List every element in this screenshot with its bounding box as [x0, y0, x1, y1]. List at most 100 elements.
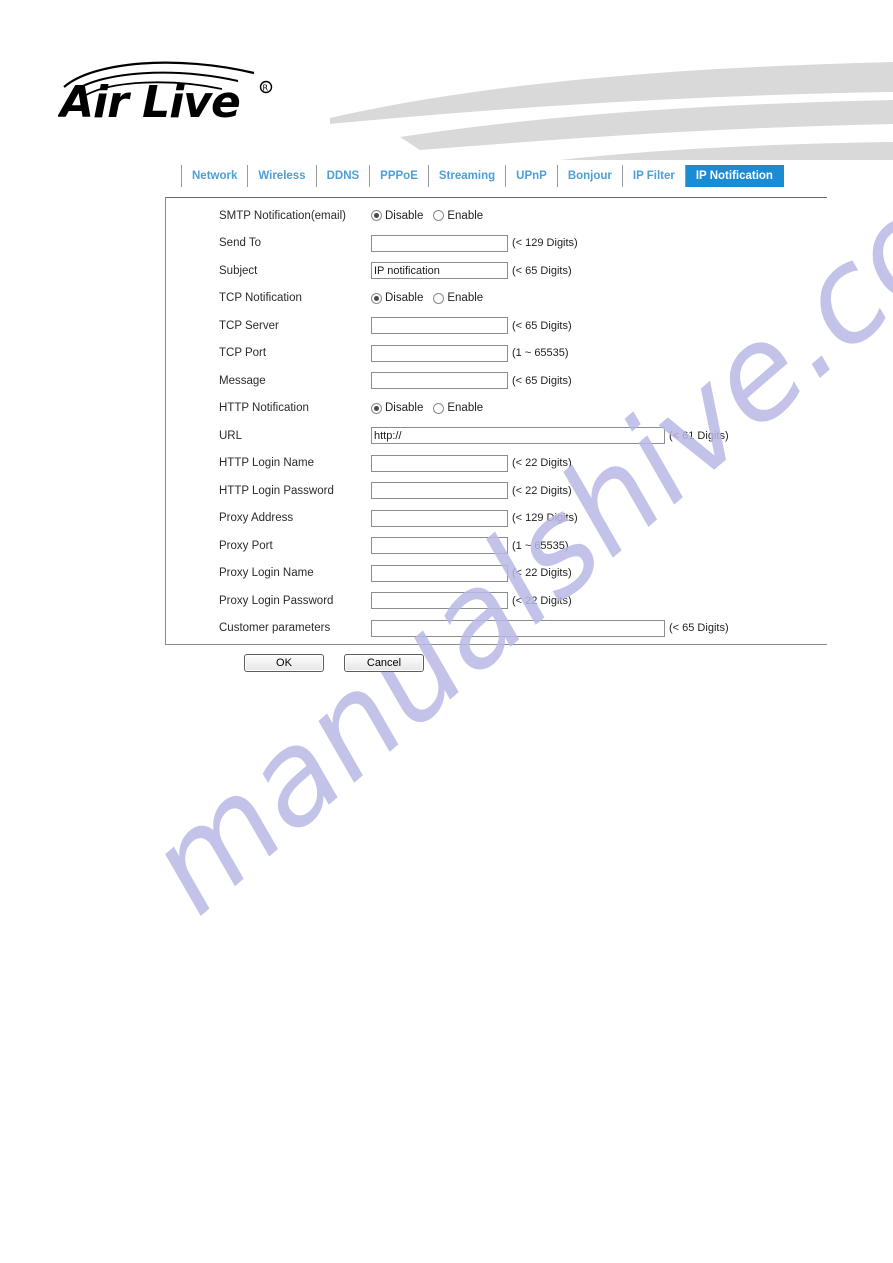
tab-upnp[interactable]: UPnP [506, 165, 558, 187]
input-http-login-name[interactable] [371, 454, 508, 472]
tab-bonjour[interactable]: Bonjour [557, 165, 623, 187]
radio-label: Disable [385, 209, 424, 222]
field-label: HTTP Login Name [219, 457, 315, 470]
input-send-to[interactable] [371, 234, 508, 252]
form-row: Proxy Login Password (< 22 Digits) [166, 587, 827, 615]
radio-option-disable[interactable]: Disable [371, 210, 423, 222]
field-label: TCP Server [219, 319, 279, 332]
form-row: TCP Port (1 ~ 65535) [166, 340, 827, 368]
radio-option-enable[interactable]: Enable [433, 292, 483, 304]
field-control: (< 65 Digits) [371, 262, 572, 280]
field-control: Disable Enable [371, 292, 483, 304]
field-hint: (< 22 Digits) [512, 484, 572, 497]
form-row: Send To (< 129 Digits) [166, 230, 827, 258]
radio-label: Enable [447, 402, 484, 415]
radio-enable-icon[interactable] [433, 292, 445, 304]
field-control: (< 22 Digits) [371, 564, 572, 582]
form-row: SMTP Notification(email) Disable Enable [166, 202, 827, 230]
form-row: TCP Server (< 65 Digits) [166, 312, 827, 340]
input-proxy-address[interactable] [371, 509, 508, 527]
radio-disable-icon[interactable] [371, 292, 382, 304]
field-control: (< 22 Digits) [371, 592, 572, 610]
field-control: Disable Enable [371, 402, 483, 414]
field-hint: (< 22 Digits) [512, 567, 572, 580]
field-hint: (1 ~ 65535) [512, 347, 569, 360]
airlive-wordmark: Air Live [57, 77, 241, 128]
field-control: (< 65 Digits) [371, 619, 729, 637]
field-label: SMTP Notification(email) [219, 209, 346, 222]
input-url[interactable] [371, 427, 665, 445]
field-control: Disable Enable [371, 210, 483, 222]
ok-button[interactable]: OK [244, 654, 324, 672]
field-label: Customer parameters [219, 622, 331, 635]
field-control: (< 129 Digits) [371, 234, 578, 252]
field-label: TCP Notification [219, 292, 302, 305]
tab-ip-notification[interactable]: IP Notification [685, 165, 784, 187]
field-label: Proxy Login Password [219, 594, 334, 607]
form-row: Proxy Address (< 129 Digits) [166, 505, 827, 533]
airlive-logo: Air Live R [57, 55, 308, 128]
radio-label: Disable [385, 402, 424, 415]
field-hint: (< 65 Digits) [512, 319, 572, 332]
tab-wireless[interactable]: Wireless [248, 165, 317, 187]
input-message[interactable] [371, 372, 508, 390]
field-label: HTTP Notification [219, 402, 309, 415]
field-control: (< 65 Digits) [371, 317, 572, 335]
field-hint: (< 65 Digits) [512, 374, 572, 387]
field-hint: (< 61 Digits) [669, 429, 729, 442]
field-control: (1 ~ 65535) [371, 344, 569, 362]
tab-network[interactable]: Network [181, 165, 249, 187]
form-row: TCP Notification Disable Enable [166, 285, 827, 313]
field-label: Proxy Port [219, 539, 273, 552]
svg-text:Air Live: Air Live [58, 77, 240, 123]
input-proxy-login-name[interactable] [371, 564, 508, 582]
form-row: Proxy Login Name (< 22 Digits) [166, 560, 827, 588]
radio-option-disable[interactable]: Disable [371, 292, 423, 304]
field-control: (< 65 Digits) [371, 372, 572, 390]
field-label: Message [219, 374, 266, 387]
field-hint: (< 22 Digits) [512, 457, 572, 470]
form-row: URL (< 61 Digits) [166, 422, 827, 450]
tab-ddns[interactable]: DDNS [316, 165, 371, 187]
radio-group: Disable Enable [371, 402, 483, 414]
radio-disable-icon[interactable] [371, 210, 382, 222]
cancel-button[interactable]: Cancel [344, 654, 424, 672]
field-label: TCP Port [219, 347, 267, 360]
form-row: Customer parameters (< 65 Digits) [166, 615, 827, 643]
form-row: Message (< 65 Digits) [166, 367, 827, 395]
form-row: HTTP Login Password (< 22 Digits) [166, 477, 827, 505]
input-proxy-login-password[interactable] [371, 592, 508, 610]
radio-label: Disable [385, 292, 424, 305]
input-proxy-port[interactable] [371, 537, 508, 555]
radio-option-disable[interactable]: Disable [371, 402, 423, 414]
field-control: (< 61 Digits) [371, 427, 729, 445]
tab-pppoe[interactable]: PPPoE [370, 165, 429, 187]
field-hint: (1 ~ 65535) [512, 539, 569, 552]
radio-enable-icon[interactable] [433, 210, 445, 222]
settings-tab-bar: Network Wireless DDNS PPPoE Streaming UPnP Bon… [181, 165, 784, 187]
radio-group: Disable Enable [371, 210, 483, 222]
radio-disable-icon[interactable] [371, 402, 382, 414]
form-actions: OK Cancel [244, 654, 424, 672]
input-customer-parameters[interactable] [371, 619, 665, 637]
form-row: Subject (< 65 Digits) [166, 257, 827, 285]
field-hint: (< 129 Digits) [512, 512, 578, 525]
input-subject[interactable] [371, 262, 508, 280]
field-hint: (< 65 Digits) [512, 264, 572, 277]
field-hint: (< 65 Digits) [669, 622, 729, 635]
radio-enable-icon[interactable] [433, 402, 445, 414]
radio-group: Disable Enable [371, 292, 483, 304]
tab-streaming[interactable]: Streaming [428, 165, 507, 187]
form-row: HTTP Login Name (< 22 Digits) [166, 450, 827, 478]
field-label: URL [219, 429, 243, 442]
radio-option-enable[interactable]: Enable [433, 402, 483, 414]
radio-option-enable[interactable]: Enable [433, 210, 483, 222]
input-tcp-server[interactable] [371, 317, 508, 335]
tab-ip-filter[interactable]: IP Filter [622, 165, 686, 187]
field-hint: (< 129 Digits) [512, 237, 578, 250]
page-header: Air Live R [0, 0, 893, 160]
input-tcp-port[interactable] [371, 344, 508, 362]
svg-text:R: R [263, 84, 269, 93]
field-hint: (< 22 Digits) [512, 594, 572, 607]
input-http-login-password[interactable] [371, 482, 508, 500]
